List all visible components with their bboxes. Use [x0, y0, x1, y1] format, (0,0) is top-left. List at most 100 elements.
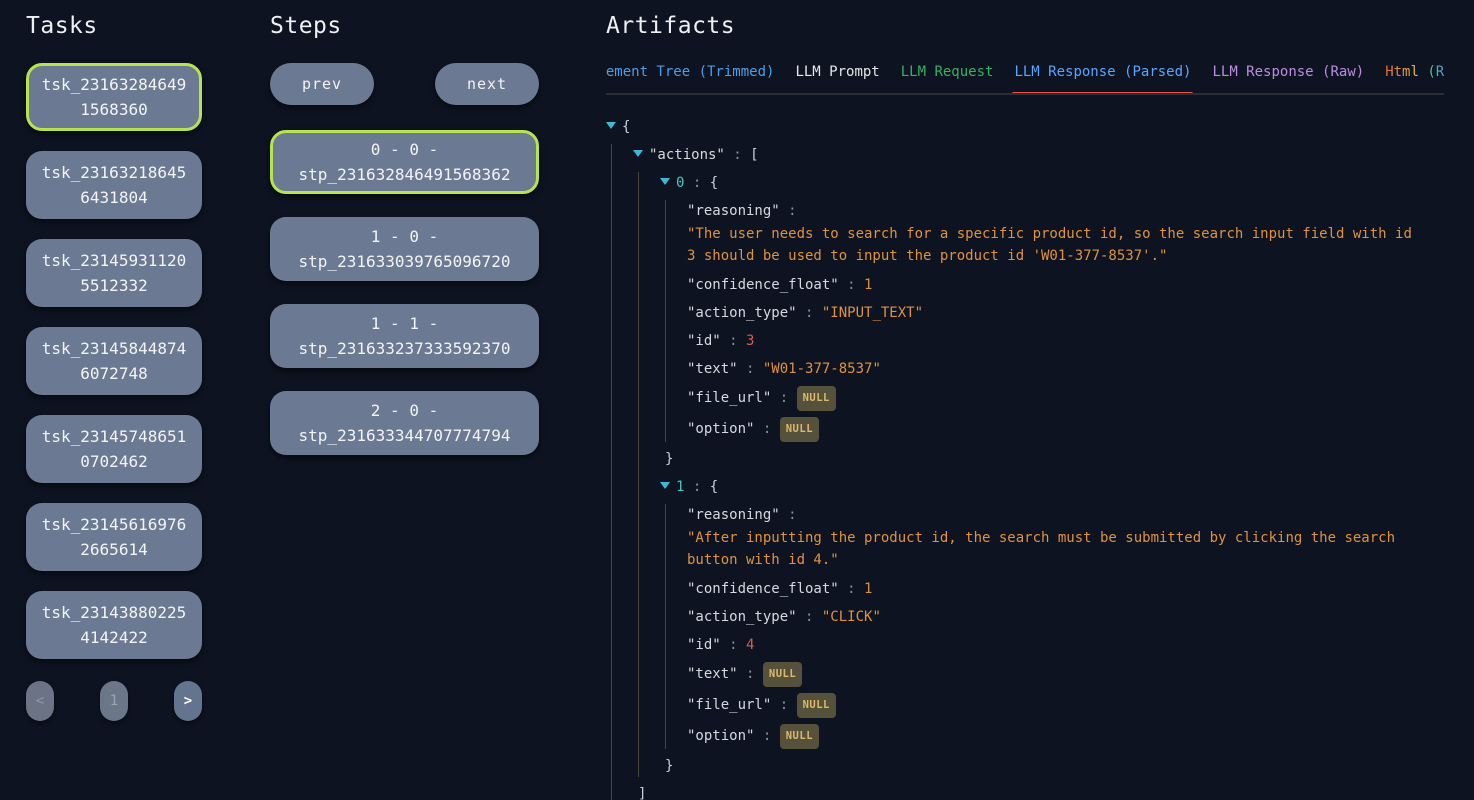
json-key: "text" — [687, 361, 738, 377]
json-string-value: "W01-377-8537" — [763, 361, 881, 377]
json-key: "action_type" — [687, 305, 797, 321]
json-colon: : — [738, 361, 763, 377]
caret-down-icon[interactable] — [633, 150, 643, 157]
caret-down-icon[interactable] — [660, 482, 670, 489]
json-colon: : — [797, 305, 822, 321]
json-leaf-row: "confidence_float" : 1 — [687, 578, 1419, 600]
task-button[interactable]: tsk_231459311205512332 — [26, 239, 202, 307]
tasks-title: Tasks — [26, 13, 202, 39]
json-key: "id" — [687, 637, 721, 653]
task-list: tsk_231632846491568360 tsk_23163218645643… — [26, 63, 202, 659]
task-button-label: tsk_231459311205512332 — [39, 248, 189, 298]
json-colon: : — [754, 421, 779, 437]
tab-element-tree-trimmed[interactable]: Element Tree (Trimmed) — [606, 64, 774, 93]
json-leaf-row: "option" : NULL — [687, 417, 1419, 442]
task-button[interactable]: tsk_231457486510702462 — [26, 415, 202, 483]
json-int-value: 4 — [746, 637, 754, 653]
tab-llm-request[interactable]: LLM Request — [901, 64, 994, 93]
json-key: "reasoning" — [687, 507, 780, 523]
json-leaf-row: "file_url" : NULL — [687, 386, 1419, 411]
json-colon: : — [771, 390, 796, 406]
step-button-label: 2 - 0 - stp_231633344707774794 — [288, 398, 522, 448]
json-children: "actions" : [0 : {"reasoning" :"The user… — [611, 144, 1419, 800]
task-button[interactable]: tsk_231456169762665614 — [26, 503, 202, 571]
json-close-bracket: } — [665, 448, 1419, 470]
caret-down-icon[interactable] — [660, 178, 670, 185]
artifacts-tab-strip: Element Tree (Trimmed) LLM Prompt LLM Requ… — [606, 64, 1444, 95]
json-colon: : — [725, 147, 750, 163]
json-key: "actions" — [649, 147, 725, 163]
json-leaf-row: "id" : 3 — [687, 330, 1419, 352]
json-float-value: 1 — [864, 581, 872, 597]
task-button[interactable]: tsk_231632186456431804 — [26, 151, 202, 219]
step-button[interactable]: 0 - 0 - stp_231632846491568362 — [270, 130, 539, 194]
task-button[interactable]: tsk_231438802254142422 — [26, 591, 202, 659]
json-children: "reasoning" :"After inputting the produc… — [665, 504, 1419, 749]
json-key: "option" — [687, 421, 754, 437]
step-nav: prev next — [270, 63, 539, 105]
json-leaf-row: "action_type" : "INPUT_TEXT" — [687, 302, 1419, 324]
task-button[interactable]: tsk_231458448746072748 — [26, 327, 202, 395]
json-tree-viewer: {"actions" : [0 : {"reasoning" :"The use… — [606, 116, 1419, 800]
json-open-bracket: { — [622, 119, 630, 135]
next-step-button[interactable]: next — [435, 63, 539, 105]
json-float-value: 1 — [864, 277, 872, 293]
step-button-label: 1 - 0 - stp_231633039765096720 — [288, 224, 522, 274]
json-null-badge: NULL — [780, 417, 819, 442]
json-key: "file_url" — [687, 697, 771, 713]
json-node: 1 : { "reasoning" :"After inputting the p… — [660, 476, 1419, 777]
pagination-next-button[interactable]: > — [174, 681, 202, 721]
tasks-pagination: < 1 > — [26, 681, 202, 721]
json-children: 0 : { "reasoning" : "The user needs to sea… — [638, 172, 1419, 777]
json-colon: : — [771, 697, 796, 713]
json-colon: : — [738, 666, 763, 682]
json-leaf-row: "text" : NULL — [687, 662, 1419, 687]
json-children: "reasoning" : "The user needs to search f… — [665, 200, 1419, 442]
json-null-badge: NULL — [797, 386, 836, 411]
json-key: "confidence_float" — [687, 277, 839, 293]
json-null-badge: NULL — [797, 693, 836, 718]
json-colon: : — [684, 175, 709, 191]
json-key: "action_type" — [687, 609, 797, 625]
step-button[interactable]: 2 - 0 - stp_231633344707774794 — [270, 391, 539, 455]
json-colon: : — [839, 277, 864, 293]
tab-html-raw[interactable]: Html (Raw) — [1385, 64, 1444, 93]
json-int-value: 3 — [746, 333, 754, 349]
task-button-label: tsk_231632846491568360 — [39, 72, 189, 122]
steps-panel: Steps prev next 0 - 0 - stp_231632846491… — [270, 13, 539, 478]
step-button-label: 0 - 0 - stp_231632846491568362 — [288, 137, 522, 187]
json-colon: : — [839, 581, 864, 597]
json-null-badge: NULL — [780, 724, 819, 749]
json-open-row: 0 : { — [660, 172, 1419, 194]
json-colon: : — [754, 728, 779, 744]
pagination-prev-button[interactable]: < — [26, 681, 54, 721]
step-button[interactable]: 1 - 1 - stp_231633237333592370 — [270, 304, 539, 368]
json-key: "confidence_float" — [687, 581, 839, 597]
artifacts-panel: Artifacts Element Tree (Trimmed) LLM Prom… — [606, 13, 1444, 800]
tab-llm-response-raw[interactable]: LLM Response (Raw) — [1212, 64, 1364, 93]
json-leaf-row: "confidence_float" : 1 — [687, 274, 1419, 296]
json-close-bracket: } — [665, 755, 1419, 777]
json-close-bracket: ] — [638, 783, 1419, 800]
json-node: "actions" : [0 : {"reasoning" :"The user… — [633, 144, 1419, 800]
json-key: "reasoning" — [687, 203, 780, 219]
json-open-bracket: { — [710, 479, 718, 495]
json-node: 0 : { "reasoning" : "The user needs to sea… — [660, 172, 1419, 470]
json-colon: : — [780, 203, 797, 219]
pagination-page-button[interactable]: 1 — [100, 681, 128, 721]
json-open-row: 1 : { — [660, 476, 1419, 498]
json-string-block: "The user needs to search for a specific… — [687, 223, 1419, 267]
prev-step-button[interactable]: prev — [270, 63, 374, 105]
json-open-bracket: { — [710, 175, 718, 191]
json-null-badge: NULL — [763, 662, 802, 687]
task-button[interactable]: tsk_231632846491568360 — [26, 63, 202, 131]
tab-llm-prompt[interactable]: LLM Prompt — [795, 64, 879, 93]
caret-down-icon[interactable] — [606, 122, 616, 129]
json-leaf-row: "file_url" : NULL — [687, 693, 1419, 718]
steps-title: Steps — [270, 13, 539, 39]
artifacts-title: Artifacts — [606, 13, 1444, 39]
json-leaf-row: "action_type" : "CLICK" — [687, 606, 1419, 628]
step-button[interactable]: 1 - 0 - stp_231633039765096720 — [270, 217, 539, 281]
tab-llm-response-parsed[interactable]: LLM Response (Parsed) — [1014, 64, 1191, 93]
json-leaf-row: "id" : 4 — [687, 634, 1419, 656]
